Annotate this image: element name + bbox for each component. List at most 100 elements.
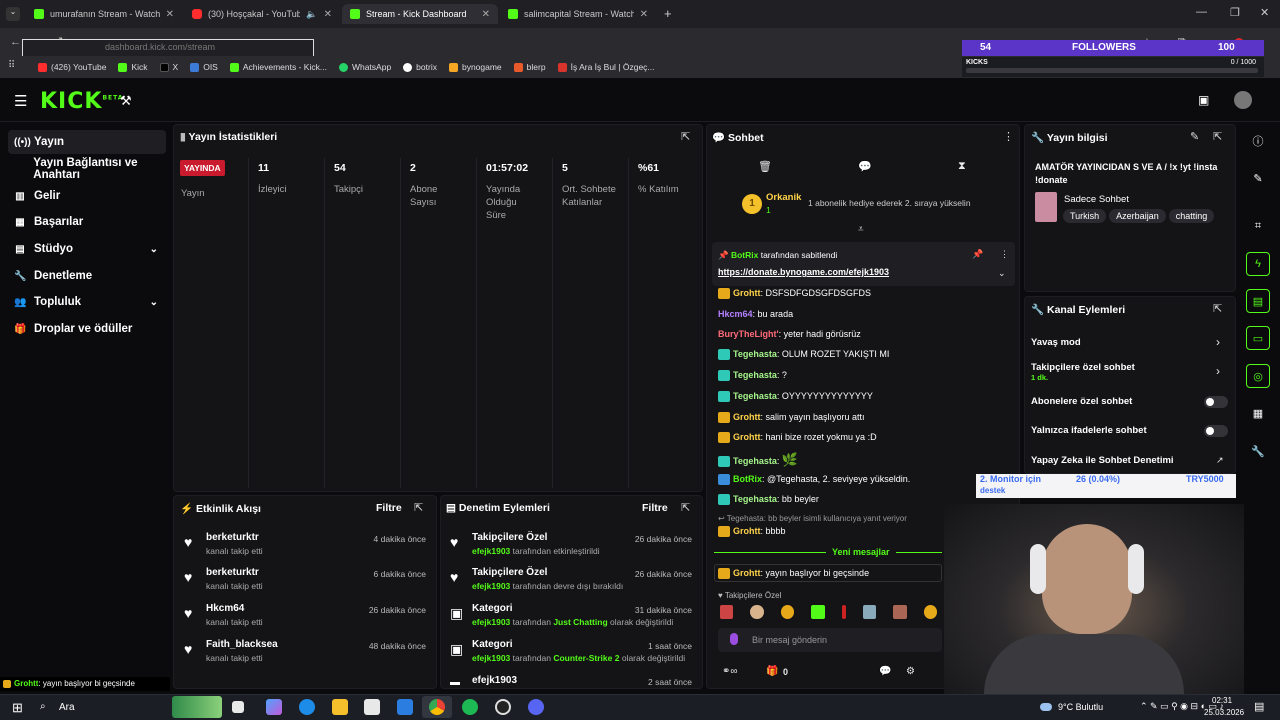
sidebar-item-stream-key[interactable]: Yayın Bağlantısı ve Anahtarı [8,157,178,181]
ai-moderation-option[interactable]: Yapay Zeka ile Sohbet Denetimi [1031,455,1174,466]
sidebar-item-yayin[interactable]: ((•)) Yayın [8,130,166,154]
store-icon[interactable] [364,699,380,715]
new-tab-icon[interactable]: + [664,6,672,21]
tag-chip[interactable]: chatting [1168,209,1215,223]
expand-icon[interactable]: ⇱ [414,501,423,514]
activity-user[interactable]: berketurktr [206,532,259,543]
windows-start-icon[interactable]: ⊞ [12,700,23,716]
back-icon[interactable]: ← [10,36,21,48]
speaker-icon[interactable]: 🔈 [306,9,317,20]
expand-icon[interactable]: ⇱ [1213,302,1222,315]
pencil-icon[interactable]: ✎ [1190,130,1199,143]
sidebar-item-droplar[interactable]: 🎁 Droplar ve ödüller [8,317,166,341]
more-options-icon[interactable]: ⋮ [1003,130,1014,143]
chat-bubble-icon[interactable]: 💬 [879,666,891,677]
sidebar-item-studyo[interactable]: ▤ Stüdyo ⌄ [8,237,166,261]
new-messages-label[interactable]: Yeni mesajlar [826,547,896,557]
bookmark-blerp[interactable]: blerp [513,62,546,72]
emote-icon[interactable] [780,605,795,619]
bookmark-youtube[interactable]: (426) YouTube [38,62,106,72]
wrench-icon[interactable]: 🔧 [1246,439,1270,463]
hammer-icon[interactable]: ⚒ [120,93,132,109]
chat-user[interactable]: Tegehasta [733,391,777,401]
followers-only-option[interactable]: Takipçilere özel sohbet [1031,362,1135,373]
tab-salimcapital[interactable]: salimcapital Stream - Watch Live ✕ [500,4,656,24]
bookmark-whatsapp[interactable]: WhatsApp [338,62,391,72]
chat-input[interactable]: Bir mesaj gönderin [718,628,942,652]
emote-icon[interactable] [893,605,907,619]
chat-user[interactable]: Tegehasta [733,456,777,466]
emote-icon[interactable] [750,605,764,619]
chat-user[interactable]: Grohtt [733,432,761,442]
gear-icon[interactable]: ⚙ [906,666,915,677]
chat-user[interactable]: Tegehasta [733,349,777,359]
chat-user[interactable]: BuryTheLight' [718,329,779,339]
bookmark-achievements[interactable]: Achievements - Kick... [229,62,327,72]
tab-kick-dashboard[interactable]: Stream - Kick Dashboard ✕ [342,4,498,24]
discord-icon[interactable] [528,699,544,715]
more-options-icon[interactable]: ⋮ [1000,249,1009,260]
user-avatar[interactable] [1234,91,1252,109]
broadcast-icon[interactable]: ◎ [1246,364,1270,388]
moderation-filter-button[interactable]: Filtre [642,502,668,514]
chat-user[interactable]: BotRix [733,474,762,484]
copilot-icon[interactable] [266,699,282,715]
microphone-icon[interactable] [730,633,738,645]
moderation-user[interactable]: efejk1903 [472,546,510,556]
chat-user[interactable]: Grohtt [733,288,761,298]
bookmark-isara[interactable]: İş Ara İş Bul | Özgeç... [557,62,655,72]
clock-date[interactable]: 25.03.2026 [1204,708,1244,717]
menu-icon[interactable]: ☰ [14,92,27,110]
activity-user[interactable]: Faith_blacksea [206,639,278,650]
tab-umurafan[interactable]: umurafanın Stream - Watch Live ✕ [26,4,182,24]
layers-icon[interactable]: ▦ [1246,401,1270,425]
category-name[interactable]: Sadece Sohbet [1064,194,1129,205]
external-link-icon[interactable]: ↗ [1216,455,1224,466]
sidebar-item-topluluk[interactable]: 👥 Topluluk ⌄ [8,290,166,314]
window-close-icon[interactable]: ✕ [1260,6,1269,19]
chat-bubble-icon[interactable]: ▭ [1246,326,1270,350]
subs-only-toggle[interactable] [1204,396,1228,408]
close-icon[interactable]: ✕ [166,9,174,20]
gift-icon[interactable]: 🎁 [766,666,778,677]
clock-time[interactable]: 02:31 [1212,696,1232,705]
moderation-user[interactable]: efejk1903 [472,617,510,627]
chat-user[interactable]: Grohtt [733,412,761,422]
activity-user[interactable]: Hkcm64 [206,603,244,614]
apps-grid-icon[interactable]: ⠿ [8,60,15,71]
bookmark-kick[interactable]: Kick [118,62,148,72]
top-gifter-name[interactable]: Orkanik [766,192,801,203]
sidebar-item-basarilar[interactable]: ▦ Başarılar [8,210,166,234]
taskbar-search-label[interactable]: Ara [59,702,75,713]
expand-icon[interactable]: ⇱ [681,501,690,514]
info-icon[interactable]: ⓘ [1246,129,1270,153]
kick-logo[interactable]: KICKBETA [40,89,123,114]
slow-mode-option[interactable]: Yavaş mod [1031,337,1081,348]
tab-youtube[interactable]: (30) Hoşçakal - YouTube 🔈 ✕ [184,4,340,24]
expand-icon[interactable]: ⇱ [681,130,690,143]
moderation-user[interactable]: efejk1903 [472,581,510,591]
trash-icon[interactable]: 🗑 [758,160,772,173]
chat-user[interactable]: Tegehasta [733,494,777,504]
obs-icon[interactable] [495,699,511,715]
sidebar-item-denetleme[interactable]: 🔧 Denetleme [8,264,166,288]
collapse-icon[interactable]: ⩡ [858,224,864,235]
pin-icon[interactable]: 📌 [972,249,983,260]
emote-icon[interactable] [862,605,877,619]
tag-chip[interactable]: Azerbaijan [1109,209,1166,223]
emote-icon[interactable] [923,605,938,619]
spotify-icon[interactable] [462,699,478,715]
emote-icon[interactable] [720,605,734,619]
minimize-icon[interactable]: — [1196,6,1207,18]
chevron-right-icon[interactable]: › [1216,335,1220,349]
chevron-right-icon[interactable]: › [1216,364,1220,378]
tag-chip[interactable]: Turkish [1063,209,1107,223]
chrome-icon[interactable] [429,699,445,715]
clipboard-icon[interactable]: ▤ [1246,289,1270,313]
bookmark-x[interactable]: X [159,62,178,72]
moderation-user[interactable]: efejk1903 [472,653,510,663]
chat-user[interactable]: Tegehasta [733,370,777,380]
pencil-icon[interactable]: ✎ [1246,166,1270,190]
bookmark-ois[interactable]: OIS [190,62,218,72]
emote-icon[interactable] [811,605,825,619]
